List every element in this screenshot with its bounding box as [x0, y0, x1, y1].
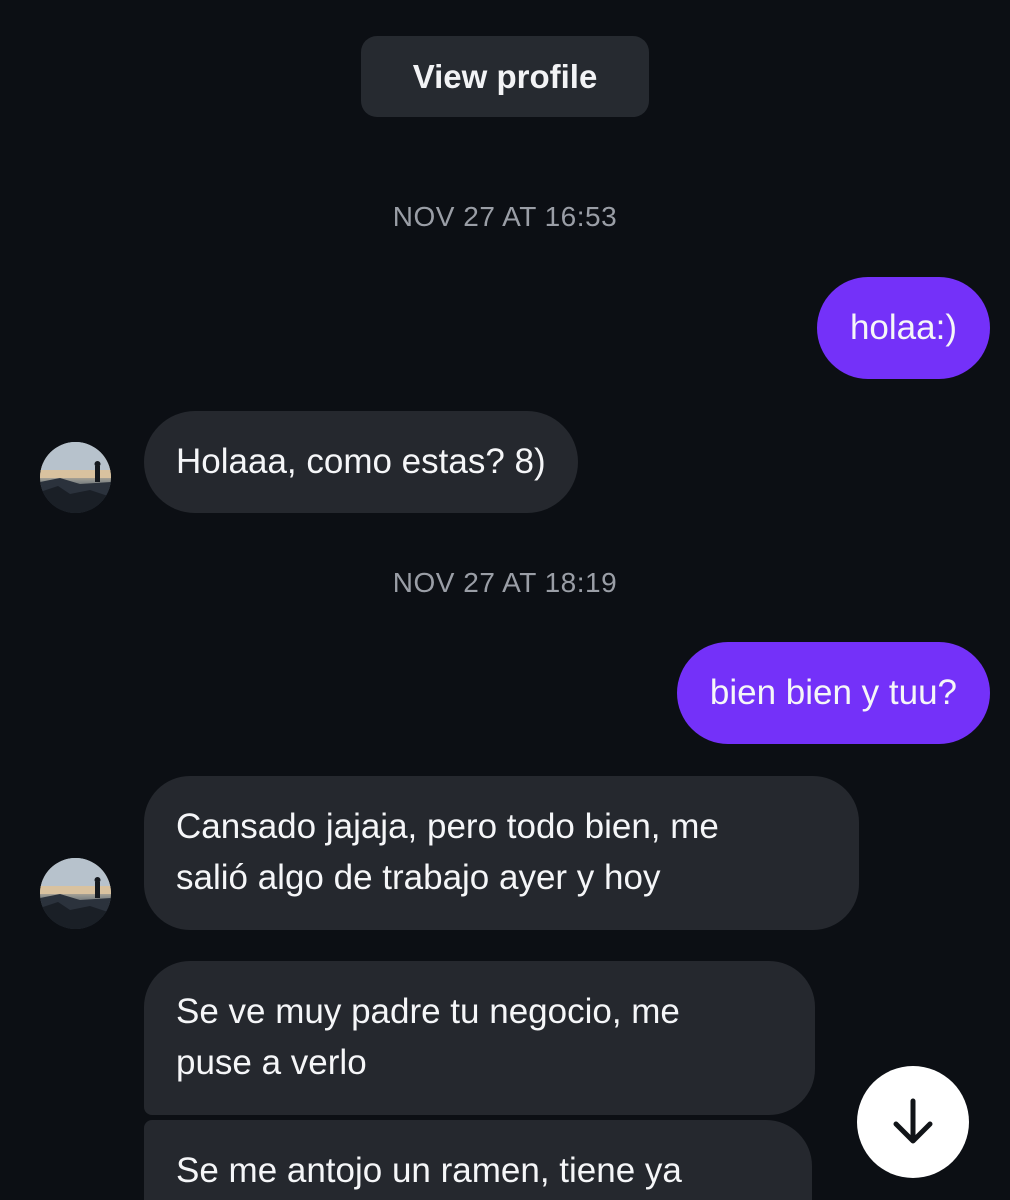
message-text-line: salió algo de trabajo ayer y hoy: [176, 858, 661, 897]
incoming-message[interactable]: Se me antojo un ramen, tiene ya: [144, 1120, 812, 1200]
contact-avatar[interactable]: [40, 442, 111, 513]
message-text-line: Se ve muy padre tu negocio, me: [176, 992, 680, 1031]
scroll-to-bottom-button[interactable]: [857, 1066, 969, 1178]
view-profile-button[interactable]: View profile: [361, 36, 649, 117]
chat-screen: View profile NOV 27 AT 16:53 holaa:) Hol…: [0, 0, 1010, 1200]
message-text: Holaaa, como estas? 8): [176, 442, 546, 481]
timestamp: NOV 27 AT 16:53: [392, 201, 618, 232]
message-text-line: Se me antojo un ramen, tiene ya: [176, 1151, 682, 1190]
message-text: holaa:): [849, 308, 957, 347]
message-text: bien bien y tuu?: [709, 673, 957, 712]
avatar-photo: [40, 858, 111, 929]
outgoing-message[interactable]: bien bien y tuu?: [676, 642, 990, 744]
incoming-message[interactable]: Se ve muy padre tu negocio, me puse a ve…: [144, 961, 815, 1115]
contact-avatar[interactable]: [40, 858, 111, 929]
view-profile-label: View profile: [412, 57, 598, 95]
incoming-message[interactable]: Cansado jajaja, pero todo bien, me salió…: [144, 776, 859, 930]
avatar-photo: [40, 442, 111, 513]
arrow-down-icon: [893, 1098, 933, 1144]
message-text-line: Cansado jajaja, pero todo bien, me: [176, 807, 719, 846]
incoming-message[interactable]: Holaaa, como estas? 8): [144, 411, 578, 513]
message-text-line: puse a verlo: [176, 1043, 367, 1082]
outgoing-message[interactable]: holaa:): [816, 277, 990, 379]
timestamp: NOV 27 AT 18:19: [392, 567, 618, 598]
